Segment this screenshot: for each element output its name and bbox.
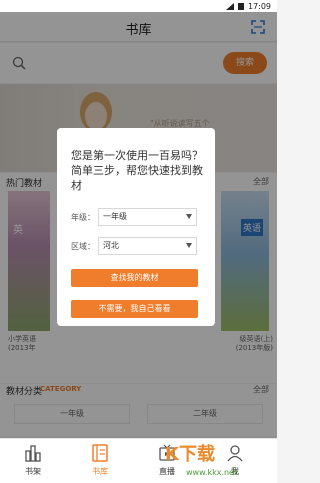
user-icon: [227, 445, 243, 462]
status-bar: 17:09: [0, 0, 277, 12]
tab-label: 书架: [25, 467, 41, 476]
onboarding-dialog: 您是第一次使用一百易吗？简单三步，帮您快速找到教材 年级： 一年级 区域： 河北…: [57, 128, 215, 326]
signal-icon: [225, 2, 234, 10]
tab-label: 书库: [92, 467, 108, 476]
book-list-icon: [92, 444, 108, 462]
grade-select-value: 一年级: [103, 212, 127, 221]
chevron-down-icon: [186, 243, 192, 248]
region-select-value: 河北: [103, 241, 119, 250]
app-screen: 17:09 书库 搜索 "从听说读写五个 热门教材 全部 英 英语 小学英语 (…: [0, 0, 277, 483]
dialog-title: 您是第一次使用一百易吗？简单三步，帮您快速找到教材: [71, 149, 203, 192]
watermark-url: www.kkx.net: [186, 468, 238, 477]
tab-library[interactable]: 书库: [75, 439, 125, 483]
region-label: 区域：: [71, 242, 95, 251]
grade-select[interactable]: 一年级: [98, 208, 197, 226]
bar-chart-icon: [25, 445, 41, 462]
tab-label: 直播: [159, 467, 175, 476]
grade-label: 年级：: [71, 213, 95, 222]
tab-bookshelf[interactable]: 书架: [8, 439, 58, 483]
skip-button[interactable]: 不需要，我自己看看: [71, 300, 198, 318]
watermark-text: K下载: [165, 444, 215, 465]
battery-icon: [237, 2, 244, 10]
region-select[interactable]: 河北: [98, 237, 197, 255]
find-textbook-button[interactable]: 查找我的教材: [71, 269, 198, 287]
status-time: 17:09: [247, 1, 271, 11]
chevron-down-icon: [186, 214, 192, 219]
